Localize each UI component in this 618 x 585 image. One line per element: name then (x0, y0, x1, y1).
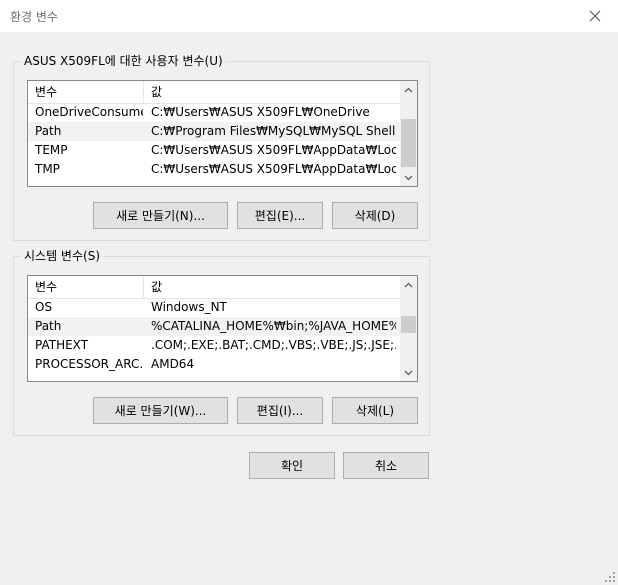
system-variable-row-processor-arch[interactable]: PROCESSOR_ARC... AMD64 (28, 355, 400, 374)
system-variables-scrollbar[interactable] (400, 276, 417, 381)
variable-name: Path (35, 124, 62, 138)
variable-value: Windows_NT (151, 300, 227, 314)
column-header-variable[interactable]: 변수 (28, 81, 144, 103)
variable-value: C:₩Users₩ASUS X509FL₩AppData₩Local₩... (151, 162, 396, 176)
variable-value: C:₩Program Files₩MySQL₩MySQL Shell 8.... (151, 124, 396, 138)
chevron-up-icon (404, 282, 413, 287)
variable-value: .COM;.EXE;.BAT;.CMD;.VBS;.VBE;.JS;.JSE;.… (151, 338, 396, 352)
close-button[interactable] (572, 0, 618, 32)
chevron-down-icon (404, 370, 413, 375)
title-bar: 환경 변수 (0, 0, 618, 32)
window-title: 환경 변수 (10, 10, 58, 24)
cancel-button[interactable]: 취소 (343, 452, 429, 479)
chevron-up-icon (404, 87, 413, 92)
variable-value: C:₩Users₩ASUS X509FL₩OneDrive (151, 105, 370, 119)
close-icon (589, 10, 601, 22)
system-variable-row-os[interactable]: OS Windows_NT (28, 298, 400, 317)
user-edit-button[interactable]: 편집(E)... (237, 202, 323, 229)
user-variable-row-temp[interactable]: TEMP C:₩Users₩ASUS X509FL₩AppData₩Local₩… (28, 141, 400, 160)
column-header-value[interactable]: 값 (144, 276, 400, 298)
column-header-variable[interactable]: 변수 (28, 276, 144, 298)
user-delete-button[interactable]: 삭제(D) (332, 202, 418, 229)
user-variables-group-title: ASUS X509FL에 대한 사용자 변수(U) (21, 54, 226, 68)
user-variable-row-onedriveconsumer[interactable]: OneDriveConsumer C:₩Users₩ASUS X509FL₩On… (28, 103, 400, 122)
user-variable-row-path[interactable]: Path C:₩Program Files₩MySQL₩MySQL Shell … (28, 122, 400, 141)
system-delete-button[interactable]: 삭제(L) (332, 397, 418, 424)
user-variables-scrollbar[interactable] (400, 81, 417, 186)
chevron-down-icon (404, 175, 413, 180)
user-new-button[interactable]: 새로 만들기(N)... (93, 202, 228, 229)
user-variables-group: ASUS X509FL에 대한 사용자 변수(U) 변수 값 OneDriveC… (13, 54, 430, 241)
scrollbar-thumb[interactable] (401, 316, 416, 333)
variable-value: C:₩Users₩ASUS X509FL₩AppData₩Local₩... (151, 143, 396, 157)
variable-name: PROCESSOR_ARC... (35, 357, 143, 371)
system-new-button[interactable]: 새로 만들기(W)... (93, 397, 228, 424)
ok-button[interactable]: 확인 (249, 452, 335, 479)
variable-name: PATHEXT (35, 338, 89, 352)
variable-name: OS (35, 300, 53, 314)
system-variable-row-path[interactable]: Path %CATALINA_HOME%₩bin;%JAVA_HOME%... (28, 317, 400, 336)
system-edit-button[interactable]: 편집(I)... (237, 397, 323, 424)
scroll-up-button[interactable] (400, 81, 417, 98)
variable-name: OneDriveConsumer (35, 105, 143, 119)
scrollbar-thumb[interactable] (401, 119, 416, 167)
scroll-up-button[interactable] (400, 276, 417, 293)
system-variables-list[interactable]: 변수 값 OS Windows_NT Path %CATALINA_HOME%₩… (27, 275, 418, 382)
scroll-down-button[interactable] (400, 169, 417, 186)
system-variables-group-title: 시스템 변수(S) (21, 249, 103, 263)
system-variables-list-header: 변수 값 (28, 276, 400, 299)
column-header-value[interactable]: 값 (144, 81, 400, 103)
user-variable-row-tmp[interactable]: TMP C:₩Users₩ASUS X509FL₩AppData₩Local₩.… (28, 160, 400, 179)
variable-name: TMP (35, 162, 60, 176)
user-variables-list[interactable]: 변수 값 OneDriveConsumer C:₩Users₩ASUS X509… (27, 80, 418, 187)
scroll-down-button[interactable] (400, 364, 417, 381)
variable-value: %CATALINA_HOME%₩bin;%JAVA_HOME%... (151, 319, 396, 333)
variable-name: TEMP (35, 143, 68, 157)
variable-name: Path (35, 319, 62, 333)
resize-grip-icon[interactable] (604, 571, 616, 583)
user-variables-list-header: 변수 값 (28, 81, 400, 104)
system-variable-row-pathext[interactable]: PATHEXT .COM;.EXE;.BAT;.CMD;.VBS;.VBE;.J… (28, 336, 400, 355)
variable-value: AMD64 (151, 357, 195, 371)
system-variables-group: 시스템 변수(S) 변수 값 OS Windows_NT Path %CATAL… (13, 249, 430, 436)
